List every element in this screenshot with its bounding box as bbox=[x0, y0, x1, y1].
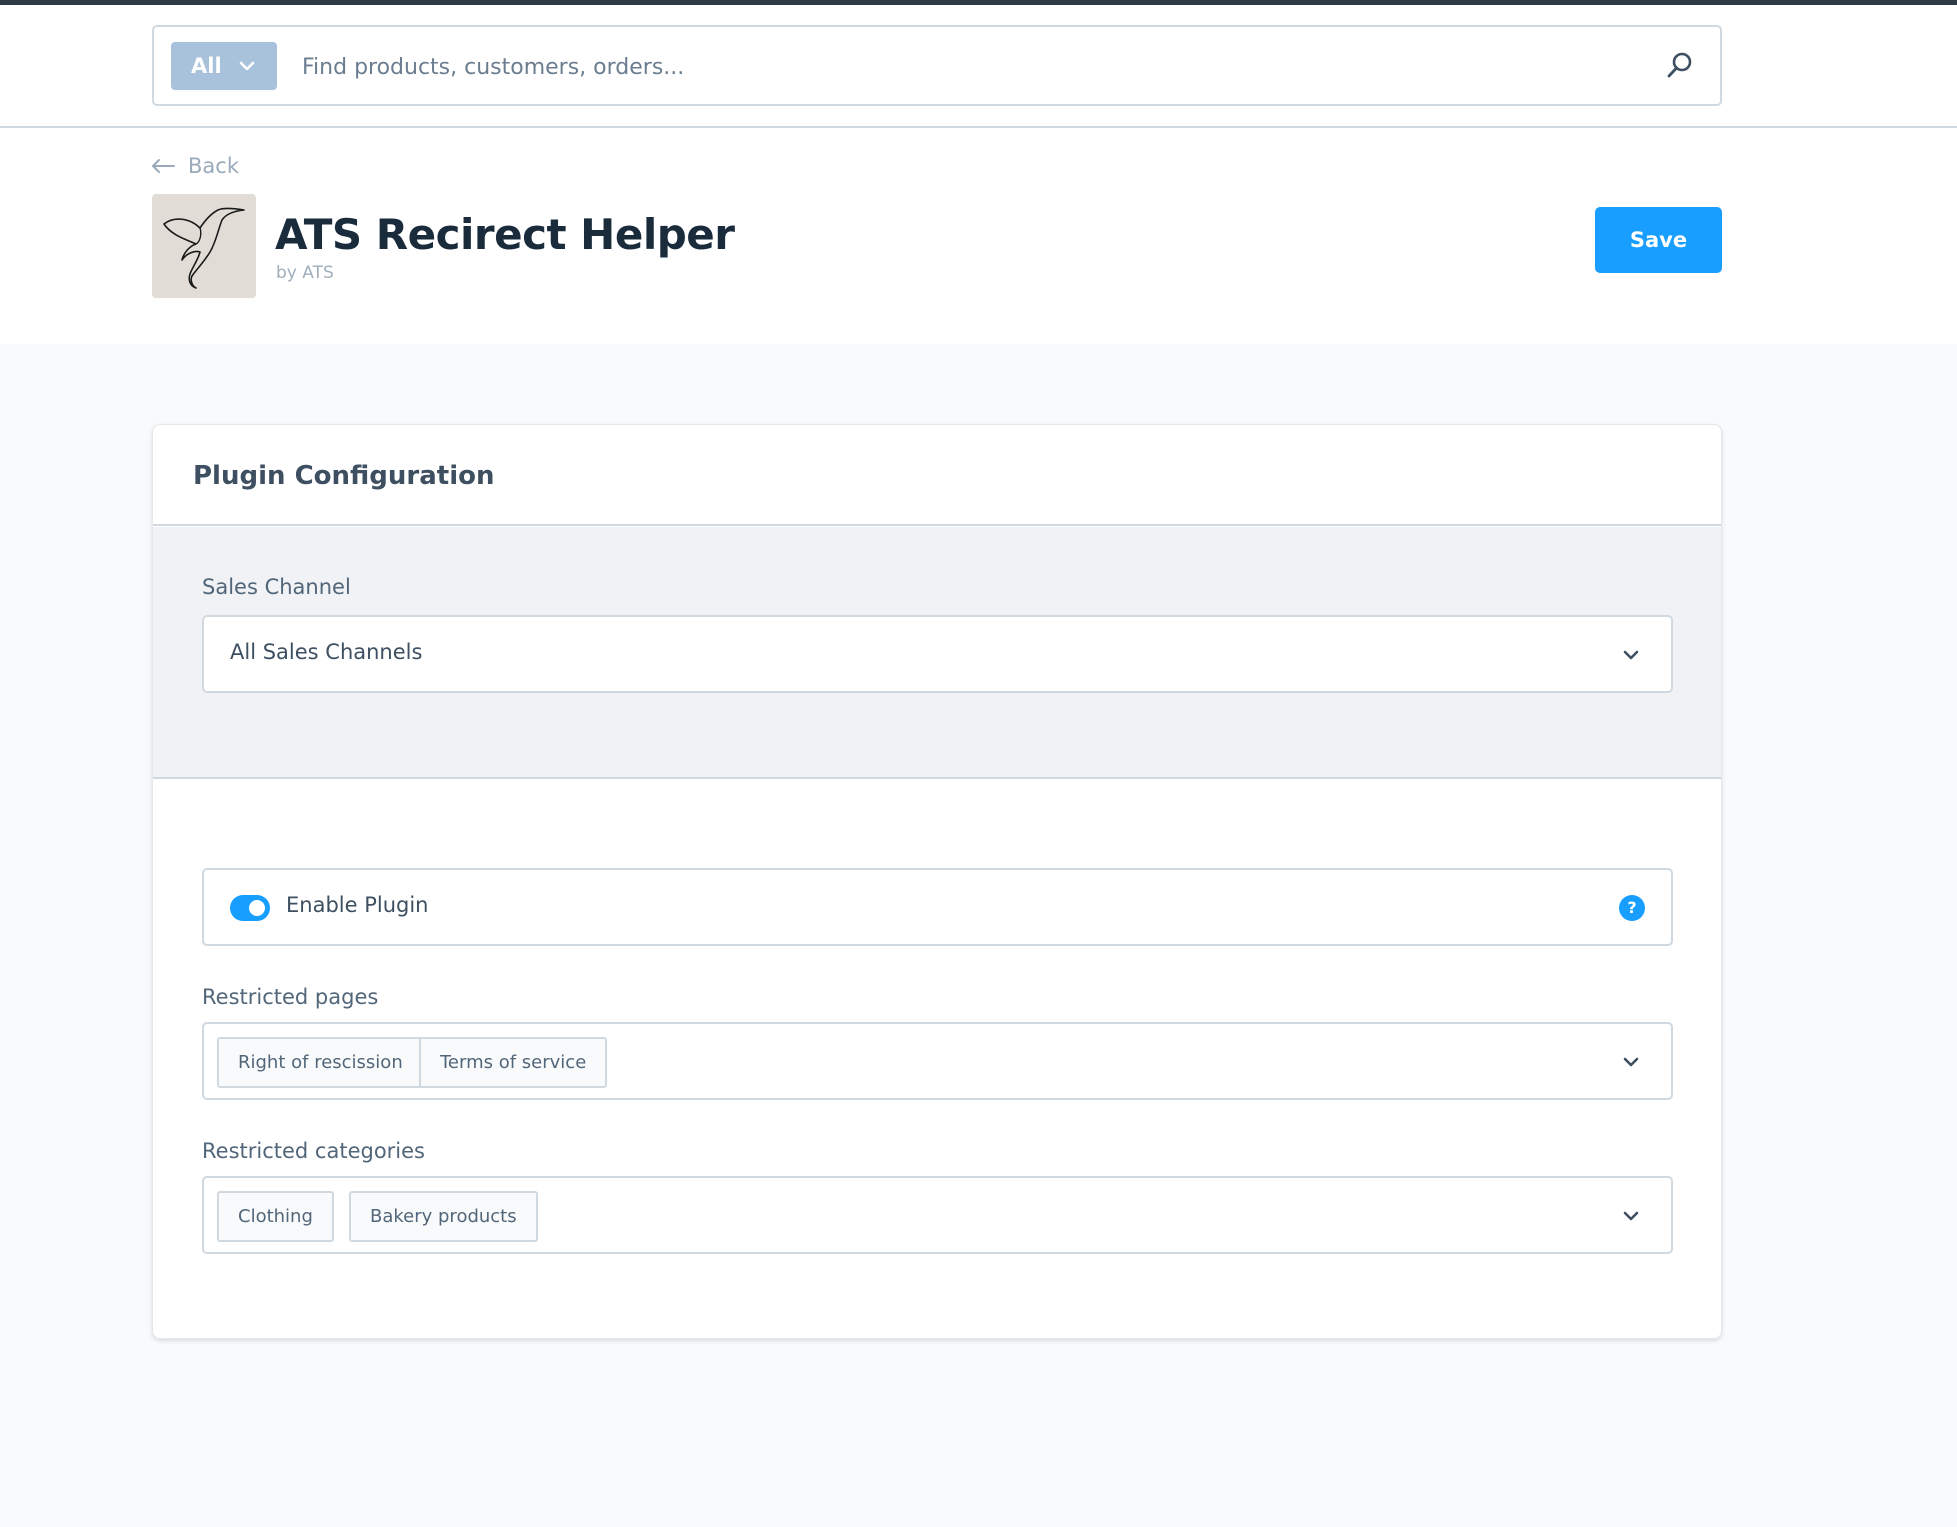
enable-plugin-field: Enable Plugin ? bbox=[202, 868, 1673, 946]
sales-channel-label: Sales Channel bbox=[202, 575, 351, 599]
toggle-knob bbox=[249, 900, 265, 916]
help-icon[interactable]: ? bbox=[1619, 895, 1645, 921]
plugin-title: ATS Recirect Helper bbox=[275, 210, 735, 259]
search-input[interactable] bbox=[302, 45, 1552, 89]
chevron-down-icon bbox=[1623, 1211, 1639, 1221]
restricted-pages-select[interactable]: Right of rescission Terms of service bbox=[202, 1022, 1673, 1100]
plugin-configuration-card: Plugin Configuration Sales Channel All S… bbox=[152, 424, 1722, 1339]
enable-plugin-label: Enable Plugin bbox=[286, 893, 429, 917]
tag-terms-of-service[interactable]: Terms of service bbox=[419, 1037, 608, 1088]
page-header: All Back ATS Recirect Helper by ATS Save bbox=[0, 5, 1957, 344]
chevron-down-icon bbox=[1623, 650, 1639, 660]
restricted-categories-label: Restricted categories bbox=[202, 1139, 425, 1163]
enable-plugin-toggle[interactable] bbox=[230, 895, 270, 921]
card-title: Plugin Configuration bbox=[193, 461, 495, 491]
restricted-categories-select[interactable]: Clothing Bakery products bbox=[202, 1176, 1673, 1254]
back-label: Back bbox=[188, 154, 239, 178]
tag-bakery-products[interactable]: Bakery products bbox=[349, 1191, 538, 1242]
sales-channel-section: Sales Channel All Sales Channels bbox=[153, 527, 1721, 779]
save-button[interactable]: Save bbox=[1595, 207, 1722, 273]
search-icon[interactable] bbox=[1664, 49, 1696, 81]
search-type-label: All bbox=[191, 54, 222, 78]
tag-clothing[interactable]: Clothing bbox=[217, 1191, 334, 1242]
hummingbird-logo-icon bbox=[163, 207, 245, 289]
card-header: Plugin Configuration bbox=[153, 425, 1721, 526]
sales-channel-select[interactable]: All Sales Channels bbox=[202, 615, 1673, 693]
restricted-pages-label: Restricted pages bbox=[202, 985, 379, 1009]
sales-channel-value: All Sales Channels bbox=[230, 640, 423, 664]
header-divider bbox=[0, 126, 1957, 128]
global-search: All bbox=[152, 25, 1722, 106]
search-type-dropdown[interactable]: All bbox=[171, 42, 277, 90]
arrow-left-icon bbox=[152, 159, 175, 173]
plugin-author: by ATS bbox=[276, 263, 334, 283]
chevron-down-icon bbox=[1623, 1057, 1639, 1067]
chevron-down-icon bbox=[239, 61, 255, 71]
plugin-logo bbox=[152, 194, 256, 298]
tag-right-of-rescission[interactable]: Right of rescission bbox=[217, 1037, 424, 1088]
back-link[interactable]: Back bbox=[150, 148, 239, 184]
